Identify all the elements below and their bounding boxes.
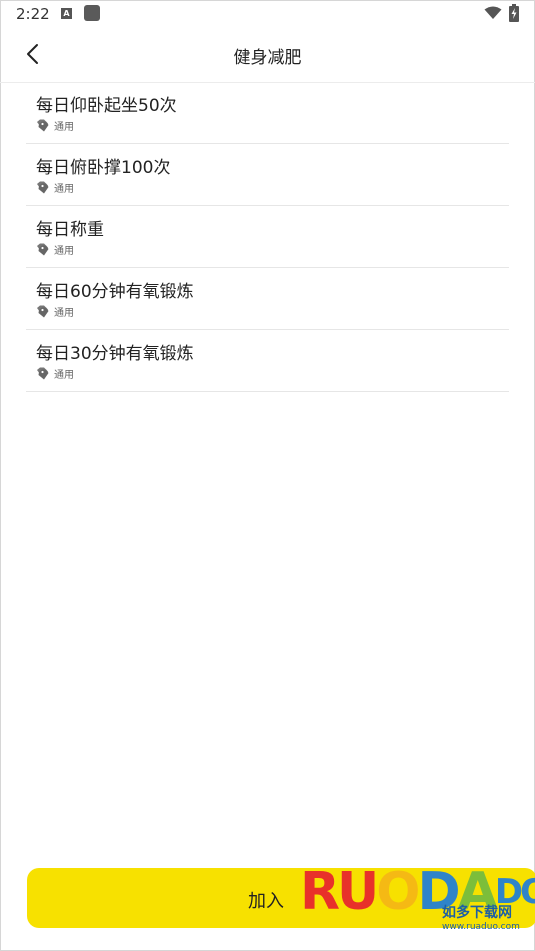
- tag-icon: [37, 119, 49, 131]
- tag-label: 通用: [54, 121, 74, 133]
- status-time: 2:22: [16, 5, 50, 23]
- list-item[interactable]: 每日仰卧起坐50次 通用: [26, 82, 509, 144]
- app-header: 健身减肥: [0, 28, 535, 83]
- tag-icon: [37, 367, 49, 379]
- app-square-icon: [84, 5, 100, 21]
- plan-title: 每日30分钟有氧锻炼: [36, 344, 194, 364]
- tag-label: 通用: [54, 369, 74, 381]
- a-notification-icon: A: [61, 8, 72, 19]
- plan-tag: 通用: [36, 304, 74, 319]
- plan-tag: 通用: [36, 366, 74, 381]
- watermark-cn-text: 如多下载网: [442, 905, 512, 921]
- plan-title: 每日俯卧撑100次: [36, 158, 171, 178]
- plan-list: 每日仰卧起坐50次 通用 每日俯卧撑100次 通用 每日称重 通用 每日60分钟…: [26, 82, 509, 392]
- tag-label: 通用: [54, 245, 74, 257]
- tag-icon: [37, 243, 49, 255]
- tag-label: 通用: [54, 307, 74, 319]
- list-item[interactable]: 每日60分钟有氧锻炼 通用: [26, 268, 509, 330]
- plan-title: 每日称重: [36, 220, 104, 240]
- tag-icon: [37, 181, 49, 193]
- watermark-url: www.ruaduo.com: [442, 922, 520, 932]
- plan-tag: 通用: [36, 242, 74, 257]
- list-item[interactable]: 每日称重 通用: [26, 206, 509, 268]
- battery-charging-icon: [509, 4, 519, 22]
- plan-title: 每日60分钟有氧锻炼: [36, 282, 194, 302]
- ruaduo-watermark-logo: RUODADO 如多下载网 www.ruaduo.com: [300, 862, 535, 947]
- list-item[interactable]: 每日30分钟有氧锻炼 通用: [26, 330, 509, 392]
- plan-title: 每日仰卧起坐50次: [36, 96, 177, 116]
- join-button-label: 加入: [248, 891, 284, 912]
- wifi-icon: [484, 6, 502, 19]
- status-bar: 2:22 A: [0, 0, 535, 28]
- tag-icon: [37, 305, 49, 317]
- tag-label: 通用: [54, 183, 74, 195]
- plan-tag: 通用: [36, 118, 74, 133]
- list-item[interactable]: 每日俯卧撑100次 通用: [26, 144, 509, 206]
- page-title: 健身减肥: [233, 48, 302, 68]
- plan-tag: 通用: [36, 180, 74, 195]
